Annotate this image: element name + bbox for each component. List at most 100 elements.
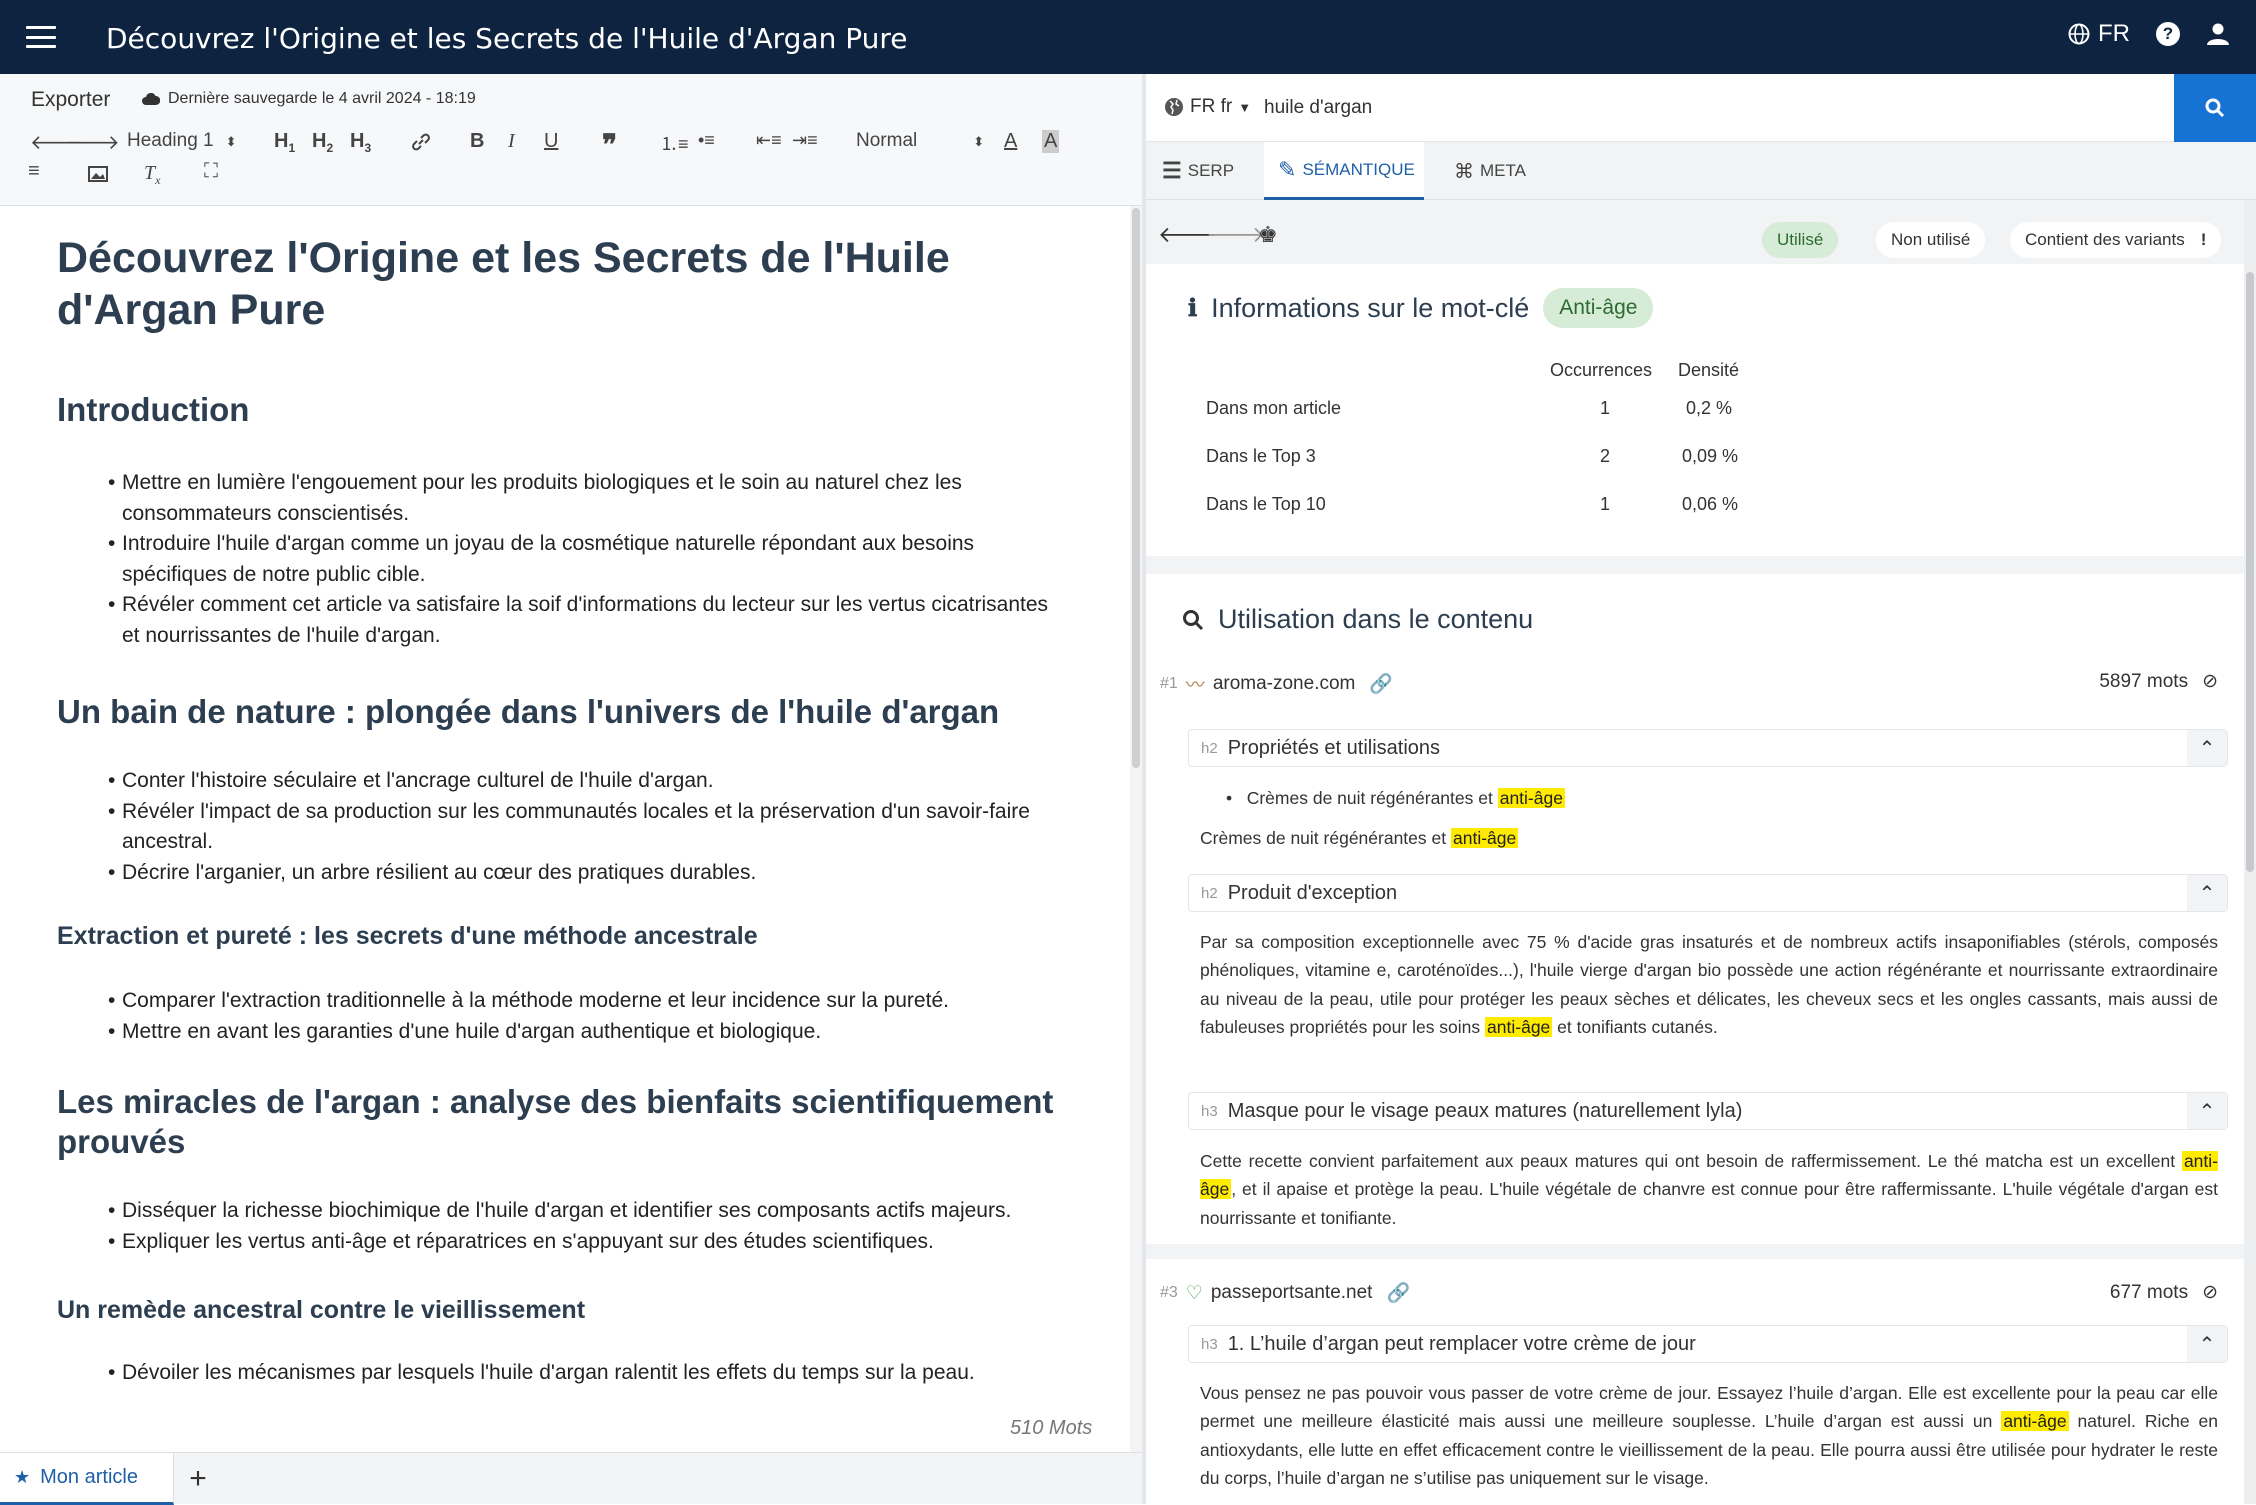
heading-title: 1. L’huile d’argan peut remplacer votre …	[1227, 1332, 1696, 1355]
ordered-list-icon[interactable]: ⒈≡	[660, 130, 689, 156]
star-icon: ★	[14, 1467, 31, 1487]
intro-list: Mettre en lumière l'engouement pour les …	[108, 468, 1068, 651]
save-status-text: Dernière sauvegarde le 4 avril 2024 - 18…	[168, 90, 476, 107]
tab-serp[interactable]: ☰ SERP	[1148, 142, 1248, 200]
filter-variants[interactable]: Contient des variants !	[2010, 222, 2222, 258]
article-h1: Découvrez l'Origine et les Secrets de l'…	[57, 234, 950, 334]
leaf-icon: 〰	[1185, 675, 1205, 696]
source-row: #1 〰 aroma-zone.com 🔗	[1160, 670, 1393, 697]
clear-format-icon[interactable]: Tx	[144, 162, 160, 188]
link-icon[interactable]	[410, 132, 432, 152]
chevron-up-icon[interactable]: ⌃	[2187, 875, 2227, 911]
list-item: Mettre en avant les garanties d'une huil…	[108, 1017, 1068, 1048]
user-icon[interactable]	[2206, 22, 2230, 46]
h3-button[interactable]: H3	[350, 130, 371, 155]
editor-scrollbar[interactable]	[1130, 206, 1142, 1452]
row-dens: 0,2 %	[1686, 398, 1733, 418]
search-button[interactable]	[2174, 74, 2256, 142]
forward-arrow-icon[interactable]: 🡒	[1206, 222, 1265, 248]
tag-icon: ⌘	[1454, 160, 1474, 183]
image-icon[interactable]	[88, 166, 108, 182]
search-icon	[2205, 98, 2225, 118]
bullet-list-icon[interactable]: •≡	[698, 130, 715, 151]
keyword-info-card: ℹ Informations sur le mot-clé Anti-âge O…	[1146, 264, 2244, 556]
tab-label: SÉMANTIQUE	[1302, 159, 1415, 179]
align-icon[interactable]: ≡	[28, 160, 40, 183]
source-words: 677 mots ⊘	[2110, 1281, 2218, 1304]
crown-icon[interactable]: ♚	[1258, 222, 1278, 248]
h1-button[interactable]: H1	[274, 130, 295, 155]
chevron-up-icon[interactable]: ⌃	[2187, 1093, 2227, 1129]
heart-icon: ♡	[1185, 1282, 1203, 1304]
source-domain[interactable]: passeportsante.net	[1211, 1282, 1373, 1304]
link-icon[interactable]: 🔗	[1369, 672, 1393, 696]
source-domain[interactable]: aroma-zone.com	[1213, 673, 1356, 695]
heading-level: h2	[1201, 739, 1218, 757]
snippet-paragraph: Par sa composition exceptionnelle avec 7…	[1200, 928, 2218, 1041]
filter-unused[interactable]: Non utilisé	[1876, 222, 1986, 258]
indent-icon[interactable]: ⇥≡	[792, 130, 818, 151]
size-select[interactable]: Normal ⬍	[856, 130, 984, 152]
list-icon: ☰	[1162, 158, 1182, 183]
redo-icon[interactable]: 🡒	[66, 130, 120, 155]
col-occurrences: Occurrences	[1550, 360, 1653, 380]
globe-icon	[2068, 23, 2090, 45]
heading-title: Masque pour le visage peaux matures (nat…	[1227, 1099, 1743, 1122]
snippet-text: , et il apaise et protège la peau. L'hui…	[1200, 1179, 2218, 1228]
chevron-up-icon[interactable]: ⌃	[2187, 730, 2227, 766]
menu-icon[interactable]	[26, 26, 56, 48]
pencil-icon: ✎	[1278, 156, 1297, 182]
list-item: Révéler l'impact de sa production sur le…	[108, 797, 1068, 858]
language-switch[interactable]: FR	[2068, 20, 2130, 48]
source-rank: #1	[1160, 674, 1178, 692]
filter-variants-label: Contient des variants	[2025, 230, 2185, 249]
usage-card-2: #3 ♡ passeportsante.net 🔗 677 mots ⊘ h3 …	[1146, 1259, 2244, 1504]
article-h2-miracles: Les miracles de l'argan : analyse des bi…	[57, 1083, 1054, 1160]
outdent-icon[interactable]: ⇤≡	[756, 130, 782, 151]
tab-label: SERP	[1187, 161, 1235, 180]
snippet-paragraph: Crèmes de nuit régénérantes et anti-âge	[1200, 824, 2218, 852]
filter-used[interactable]: Utilisé	[1762, 222, 1839, 258]
row-label: Dans mon article	[1206, 398, 1342, 418]
snippet-paragraph: Cette recette convient parfaitement aux …	[1200, 1147, 2218, 1232]
heading-select[interactable]: Heading 1 ⬍	[127, 130, 237, 152]
chevron-up-icon[interactable]: ⌃	[2187, 1326, 2227, 1362]
tab-mon-article[interactable]: ★ Mon article	[0, 1453, 174, 1505]
keyword-input[interactable]	[1264, 82, 1764, 134]
list-item: Expliquer les vertus anti-âge et réparat…	[108, 1227, 1068, 1258]
snippet-text: et tonifiants cutanés.	[1557, 1016, 1718, 1037]
language-select-value: FR fr	[1190, 96, 1233, 117]
underline-button[interactable]: U	[544, 130, 558, 153]
nature-list: Conter l'histoire séculaire et l'ancrage…	[108, 766, 1068, 888]
editor-content[interactable]: Découvrez l'Origine et les Secrets de l'…	[0, 206, 1130, 1454]
tab-meta[interactable]: ⌘ META	[1440, 142, 1540, 200]
fullscreen-icon[interactable]: ⛶	[204, 160, 218, 183]
article-h3-remede: Un remède ancestral contre le vieillisse…	[57, 1296, 586, 1324]
page-title: Découvrez l'Origine et les Secrets de l'…	[106, 22, 908, 55]
export-button[interactable]: Exporter	[31, 88, 110, 112]
help-icon[interactable]: ?	[2156, 22, 2180, 46]
list-item: Introduire l'huile d'argan comme un joya…	[108, 529, 1068, 590]
usage-card: Utilisation dans le contenu #1 〰 aroma-z…	[1146, 574, 2244, 1244]
text-color-icon[interactable]: A	[1004, 130, 1017, 153]
link-icon[interactable]: 🔗	[1386, 1281, 1410, 1305]
list-item: Comparer l'extraction traditionnelle à l…	[108, 986, 1068, 1017]
bg-color-icon[interactable]: A	[1042, 130, 1060, 153]
panel-scrollbar[interactable]	[2244, 200, 2256, 1504]
h2-button[interactable]: H2	[312, 130, 333, 155]
article-h3-extraction: Extraction et pureté : les secrets d'une…	[57, 922, 758, 950]
eye-slash-icon[interactable]: ⊘	[2202, 1281, 2218, 1304]
heading-select-value: Heading 1	[127, 130, 214, 151]
italic-button[interactable]: I	[508, 130, 515, 153]
editor-panel: Exporter Dernière sauvegarde le 4 avril …	[0, 74, 1142, 1505]
quote-icon[interactable]: ❞	[602, 128, 617, 161]
bold-button[interactable]: B	[470, 130, 484, 153]
size-select-value: Normal	[856, 130, 918, 151]
language-select[interactable]: FR fr ▼	[1164, 96, 1251, 118]
tab-semantique[interactable]: ✎ SÉMANTIQUE	[1264, 142, 1424, 200]
add-tab-button[interactable]: +	[178, 1453, 218, 1505]
heading-level: h2	[1201, 884, 1218, 902]
eye-slash-icon[interactable]: ⊘	[2202, 670, 2218, 693]
source-rank: #3	[1160, 1284, 1178, 1301]
row-occ: 1	[1600, 398, 1611, 418]
